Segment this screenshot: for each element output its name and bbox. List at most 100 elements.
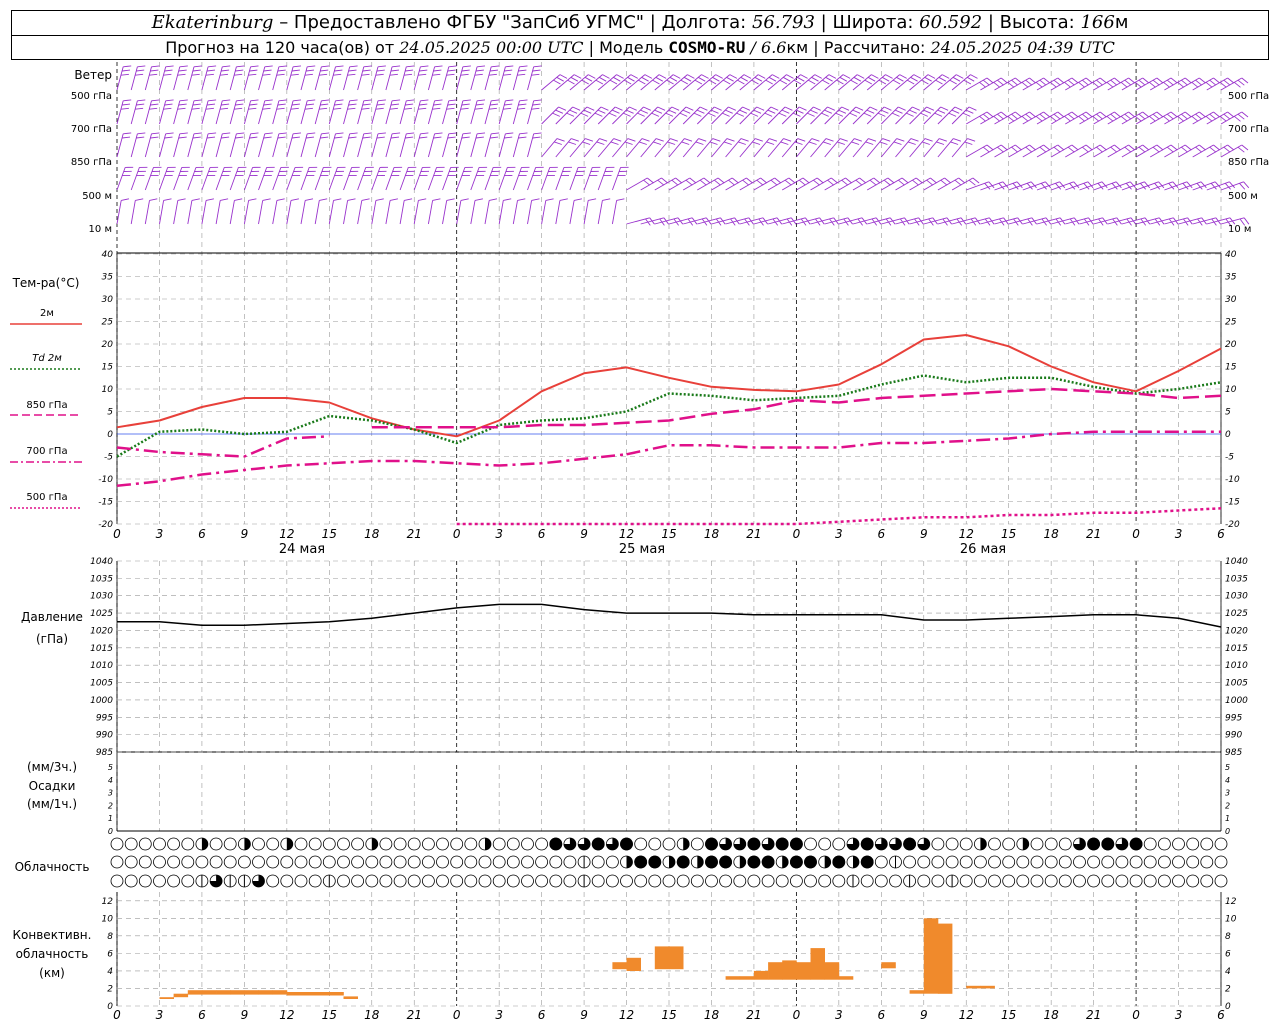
cloud-cover-symbol (266, 874, 280, 888)
wind-barb-staff (937, 217, 962, 225)
wind-barb-staff (243, 100, 252, 125)
wind-barb-feather (165, 99, 174, 102)
wind-barb-staff (159, 66, 167, 91)
wind-barb-feather (714, 179, 721, 186)
wind-barb-feather (1152, 79, 1160, 86)
wind-barb-feather (504, 103, 513, 106)
wind-barb-staff (399, 167, 409, 191)
wind-barb-staff (258, 133, 266, 158)
wind-barb-feather (1213, 111, 1220, 118)
conv-tick-label: 6 (107, 949, 113, 959)
wind-barb-staff (711, 138, 728, 158)
wind-barb-feather (920, 112, 928, 117)
wind-barb-staff (541, 138, 558, 158)
wind-barb-feather (910, 76, 918, 82)
wind-barb-staff (399, 66, 407, 91)
wind-barb-feather (722, 79, 731, 85)
wind-barb-feather (689, 177, 697, 184)
wind-barb-feather (475, 136, 484, 139)
wind-barb-feather (781, 109, 790, 114)
wind-barb-feather (505, 99, 514, 102)
wind-barb-feather (671, 106, 680, 111)
wind-barb-feather (150, 136, 159, 139)
wind-barb-staff (966, 181, 989, 191)
wind-barb-feather (808, 141, 817, 145)
temp-tick-label: 35 (102, 273, 114, 283)
wind-barb-feather (1128, 144, 1136, 151)
wind-barb-staff (583, 200, 589, 225)
wind-barb-feather (334, 136, 343, 139)
wind-barb-staff (201, 167, 211, 191)
wind-barb-staff (1135, 181, 1159, 191)
cloud-cover-symbol (1200, 837, 1214, 851)
conv-cloud-bar (612, 962, 627, 970)
wind-barb-feather (1170, 111, 1178, 118)
wind-barb-feather (1199, 77, 1206, 84)
wind-barb-feather (1000, 111, 1008, 118)
cloud-cover-symbol (1200, 874, 1214, 888)
cloud-cover-symbol (407, 855, 421, 869)
wind-barb-feather (827, 106, 835, 111)
cloud-cover-symbol (308, 837, 322, 851)
cloud-cover-symbol (606, 855, 619, 869)
wind-barb-feather (250, 132, 259, 135)
wind-barb-feather (799, 106, 807, 111)
wind-barb-staff (343, 133, 351, 158)
conv-cloud-bar (909, 990, 925, 994)
wind-barb-feather (941, 74, 950, 79)
cloud-cover-symbol (379, 855, 393, 869)
pressure-tick-label: 990 (96, 731, 113, 741)
wind-barb-feather (1184, 144, 1192, 151)
wind-barb-feather (750, 112, 759, 117)
cloud-cover-symbol (478, 874, 492, 888)
wind-barb-feather (1156, 77, 1164, 84)
temp-tick-label: 40 (102, 250, 114, 260)
wind-barb-feather (588, 74, 596, 79)
cloud-cover-symbol (337, 837, 350, 851)
wind-barb-feather (780, 141, 789, 145)
pressure-tick-label: 995 (96, 713, 113, 723)
temp-tick-label: 10 (102, 385, 114, 395)
wind-barb-feather (220, 198, 229, 201)
cloud-cover-symbol (1044, 837, 1058, 851)
wind-barb-staff (654, 217, 679, 225)
wind-barb-feather (950, 141, 959, 145)
wind-barb-feather (1195, 113, 1203, 120)
wind-barb-feather (531, 198, 540, 201)
wind-barb-staff (994, 217, 1018, 225)
wind-barb-feather (1043, 77, 1051, 84)
wind-barb-feather (334, 69, 343, 72)
wind-barb-feather (432, 107, 441, 110)
wind-barb-feather (699, 106, 708, 111)
wind-barb-staff (1192, 181, 1216, 191)
wind-barb-feather (1114, 111, 1121, 118)
wind-barb-feather (782, 76, 791, 82)
wind-barb-feather (191, 107, 200, 110)
hour-tick-label: 12 (279, 527, 294, 541)
wind-barb-feather (552, 112, 560, 117)
wind-barb-feather (250, 99, 259, 102)
wind-barb-feather (347, 73, 356, 76)
wind-barb-feather (866, 109, 875, 114)
wind-level-500m: 500 м (82, 191, 112, 202)
wind-barb-staff (612, 138, 629, 158)
cloud-cover-symbol (393, 837, 407, 851)
wind-barb-staff (753, 138, 770, 158)
wind-barb-feather (665, 112, 674, 117)
cloud-cover-symbol (945, 837, 959, 851)
wind-barb-feather (460, 198, 469, 201)
wind-barb-staff (286, 66, 294, 91)
wind-barb-staff (413, 200, 419, 225)
wind-barb-staff (880, 138, 898, 158)
wind-barb-staff (357, 66, 365, 91)
wind-barb-feather (462, 132, 471, 135)
hour-tick-label: 21 (1086, 1008, 1101, 1022)
cloud-cover-symbol (464, 837, 478, 851)
wind-barb-feather (851, 141, 860, 145)
precip-tick-label: 4 (1225, 776, 1230, 785)
wind-title: Ветер (74, 68, 112, 82)
wind-barb-feather (333, 107, 342, 110)
cloud-cover-symbol (1186, 874, 1200, 888)
wind-level-500m-right: 500 м (1228, 191, 1258, 202)
wind-barb-feather (250, 65, 259, 68)
